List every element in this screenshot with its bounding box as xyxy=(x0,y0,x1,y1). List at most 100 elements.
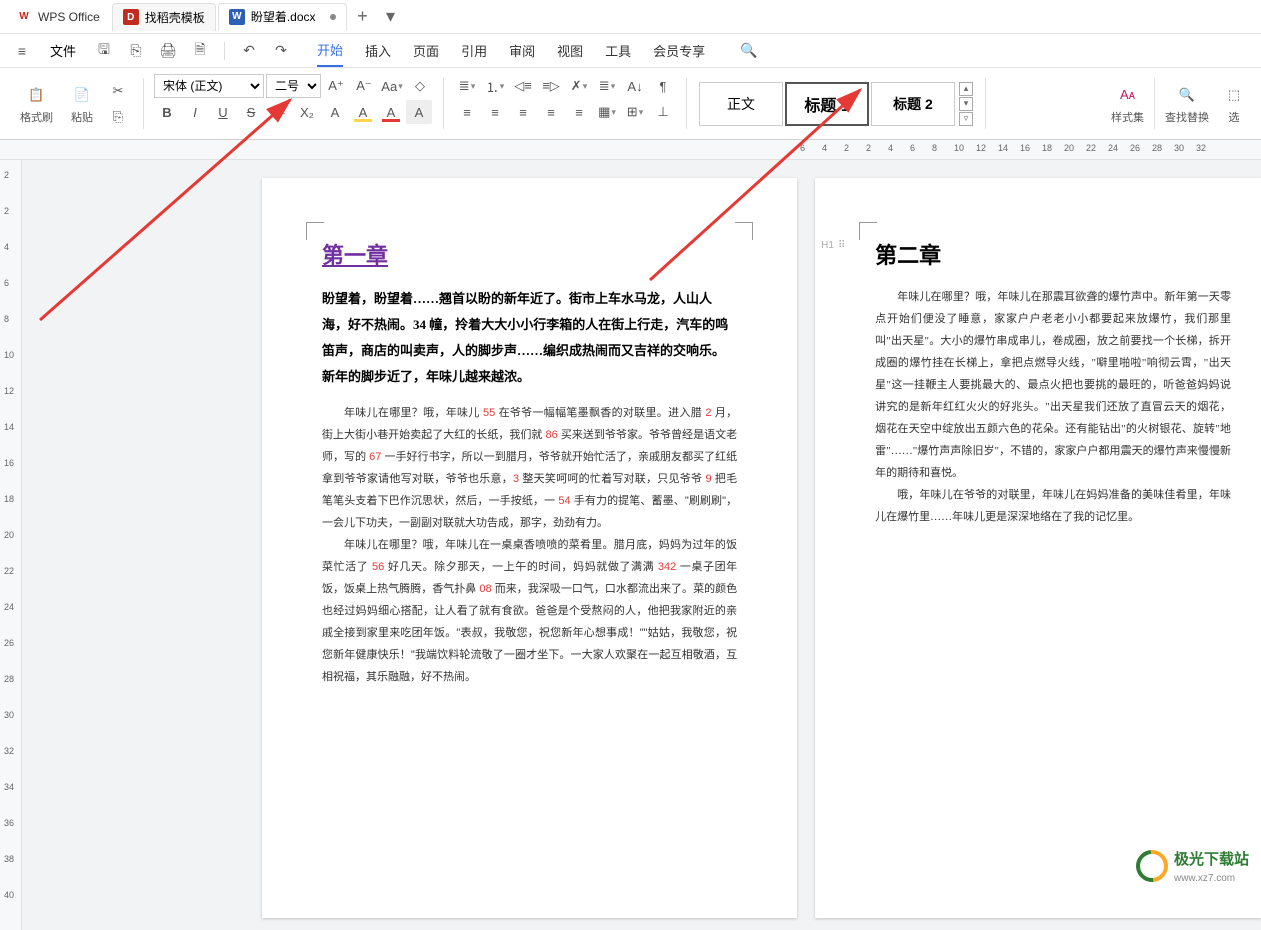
text-effect-button[interactable]: A xyxy=(322,100,348,124)
drag-handle-icon[interactable]: ⠿ xyxy=(838,240,845,251)
heading-indicator[interactable]: H1 ⠿ xyxy=(821,240,845,251)
menu-insert[interactable]: 插入 xyxy=(365,35,391,66)
page2-para1[interactable]: 年味儿在哪里？哦，年味儿在那震耳欲聋的爆竹声中。新年第一天零点开始们便没了睡意，… xyxy=(875,286,1231,484)
chapter2-heading[interactable]: 第二章 xyxy=(875,238,1231,270)
shading-icon[interactable]: ▦▾ xyxy=(594,100,620,124)
sort-icon[interactable]: A↓ xyxy=(622,74,648,98)
margin-corner-icon xyxy=(735,222,753,240)
page-area[interactable]: 第一章 盼望着，盼望着……翘首以盼的新年近了。街市上车水马龙，人山人海，好不热闹… xyxy=(22,160,1261,930)
main-menus: 开始 插入 页面 引用 审阅 视图 工具 会员专享 🔍 xyxy=(317,34,761,67)
align-right-icon[interactable]: ≡ xyxy=(510,100,536,124)
margin-corner-icon xyxy=(306,222,324,240)
select-button[interactable]: ⬚ 选 xyxy=(1215,72,1253,135)
ribbon-toolbar: 📋 格式刷 📄 粘贴 ✂ ⎘ 宋体 (正文) 二号 A⁺ A⁻ Aa▾ ◇ B … xyxy=(0,68,1261,140)
page2-para2[interactable]: 哦，年味儿在爷爷的对联里，年味儿在妈妈准备的美味佳肴里，年味儿在爆竹里……年味儿… xyxy=(875,484,1231,528)
template-tab[interactable]: D 找稻壳模板 xyxy=(112,3,216,31)
decrease-font-icon[interactable]: A⁻ xyxy=(351,74,377,98)
search-icon[interactable]: 🔍 xyxy=(737,39,761,63)
file-menu[interactable]: 文件 xyxy=(42,37,84,64)
styles-button[interactable]: Aᴀ 样式集 xyxy=(1105,72,1150,135)
export-icon[interactable]: ⎘ xyxy=(124,39,148,63)
style-up-icon[interactable]: ▴ xyxy=(959,82,973,96)
format-painter-icon: 📋 xyxy=(24,83,50,107)
page1-intro[interactable]: 盼望着，盼望着……翘首以盼的新年近了。街市上车水马龙，人山人海，好不热闹。34 … xyxy=(322,286,737,390)
menu-icon[interactable]: ≡ xyxy=(10,39,34,63)
bold-button[interactable]: B xyxy=(154,100,180,124)
style-heading2[interactable]: 标题 2 xyxy=(871,82,955,126)
save-icon[interactable]: 🖫 xyxy=(92,39,116,63)
indent-inc-icon[interactable]: ≡▷ xyxy=(538,74,564,98)
highlight-button[interactable]: A xyxy=(350,100,376,124)
styles-group: 正文 标题 1 标题 2 ▴ ▾ ▿ xyxy=(693,72,979,135)
redo-icon[interactable]: ↷ xyxy=(269,39,293,63)
cut-icon[interactable]: ✂ xyxy=(105,79,131,103)
paragraph-group: ≣▾ ⒈▾ ◁≡ ≡▷ ✗▾ ≣▾ A↓ ¶ ≡ ≡ ≡ ≡ ≡ ▦▾ ⊞▾ ⊥ xyxy=(450,72,680,135)
align-left-icon[interactable]: ≡ xyxy=(454,100,480,124)
add-tab-button[interactable]: + xyxy=(349,3,377,31)
format-painter-button[interactable]: 📋 格式刷 xyxy=(14,83,59,125)
daokeicon: D xyxy=(123,9,139,25)
app-name: WPS Office xyxy=(38,10,100,24)
italic-button[interactable]: I xyxy=(182,100,208,124)
line-spacing-icon[interactable]: ≣▾ xyxy=(594,74,620,98)
print-icon[interactable]: 🖨 xyxy=(156,39,180,63)
borders-icon[interactable]: ⊞▾ xyxy=(622,100,648,124)
menu-review[interactable]: 审阅 xyxy=(509,35,535,66)
title-bar: W WPS Office D 找稻壳模板 W 盼望着.docx + ▾ xyxy=(0,0,1261,34)
menu-view[interactable]: 视图 xyxy=(557,35,583,66)
document-tab[interactable]: W 盼望着.docx xyxy=(218,3,347,31)
chapter1-heading[interactable]: 第一章 xyxy=(322,238,737,270)
underline-button[interactable]: U xyxy=(210,100,236,124)
numbering-icon[interactable]: ⒈▾ xyxy=(482,74,508,98)
subscript-button[interactable]: X₂ xyxy=(294,100,320,124)
watermark-url: www.xz7.com xyxy=(1174,873,1235,884)
clear-format-icon[interactable]: ◇ xyxy=(407,74,433,98)
paste-button[interactable]: 📄 粘贴 xyxy=(63,83,101,125)
watermark-title: 极光下载站 xyxy=(1174,848,1249,869)
menu-tools[interactable]: 工具 xyxy=(605,35,631,66)
align-distribute-icon[interactable]: ≡ xyxy=(566,100,592,124)
superscript-button[interactable]: X² xyxy=(266,100,292,124)
change-case-icon[interactable]: Aa▾ xyxy=(379,74,405,98)
font-color-button[interactable]: A xyxy=(378,100,404,124)
undo-icon[interactable]: ↶ xyxy=(237,39,261,63)
style-heading1[interactable]: 标题 1 xyxy=(785,82,869,126)
word-icon: W xyxy=(229,9,245,25)
app-tab[interactable]: W WPS Office xyxy=(6,3,110,31)
document-tab-label: 盼望着.docx xyxy=(251,8,316,25)
menu-member[interactable]: 会员专享 xyxy=(653,35,705,66)
show-marks-icon[interactable]: ¶ xyxy=(650,74,676,98)
font-name-select[interactable]: 宋体 (正文) xyxy=(154,74,264,98)
horizontal-ruler[interactable]: 6422468101214161820222426283032 xyxy=(0,140,1261,160)
text-direction-icon[interactable]: ✗▾ xyxy=(566,74,592,98)
select-icon: ⬚ xyxy=(1221,83,1247,107)
style-body[interactable]: 正文 xyxy=(699,82,783,126)
align-justify-icon[interactable]: ≡ xyxy=(538,100,564,124)
copy-icon[interactable]: ⎘ xyxy=(105,105,131,129)
menu-reference[interactable]: 引用 xyxy=(461,35,487,66)
separator xyxy=(443,78,444,129)
strike-button[interactable]: S xyxy=(238,100,264,124)
unsaved-dot-icon xyxy=(330,14,336,20)
align-center-icon[interactable]: ≡ xyxy=(482,100,508,124)
separator xyxy=(686,78,687,129)
page1-para3[interactable]: 年味儿在哪里？哦，年味儿在一桌桌香喷喷的菜肴里。腊月底，妈妈为过年的饭菜忙活了 … xyxy=(322,534,737,688)
tab-menu-button[interactable]: ▾ xyxy=(377,3,405,31)
menu-page[interactable]: 页面 xyxy=(413,35,439,66)
char-shading-button[interactable]: A xyxy=(406,100,432,124)
separator xyxy=(985,78,986,129)
increase-font-icon[interactable]: A⁺ xyxy=(323,74,349,98)
watermark-logo-icon xyxy=(1129,843,1174,888)
preview-icon[interactable]: 🗎 xyxy=(188,39,212,63)
font-size-select[interactable]: 二号 xyxy=(266,74,321,98)
vertical-ruler[interactable]: 2246810121416182022242628303234363840 xyxy=(0,160,22,930)
bullets-icon[interactable]: ≣▾ xyxy=(454,74,480,98)
menu-start[interactable]: 开始 xyxy=(317,34,343,67)
page1-para2[interactable]: 年味儿在哪里？哦，年味儿 55 在爷爷一幅幅笔墨飘香的对联里。进入腊 2 月，街… xyxy=(322,402,737,534)
find-replace-button[interactable]: 🔍 查找替换 xyxy=(1159,72,1215,135)
style-down-icon[interactable]: ▾ xyxy=(959,97,973,111)
style-scroll: ▴ ▾ ▿ xyxy=(959,82,973,126)
style-more-icon[interactable]: ▿ xyxy=(959,112,973,126)
indent-dec-icon[interactable]: ◁≡ xyxy=(510,74,536,98)
tab-stops-icon[interactable]: ⊥ xyxy=(650,100,676,124)
